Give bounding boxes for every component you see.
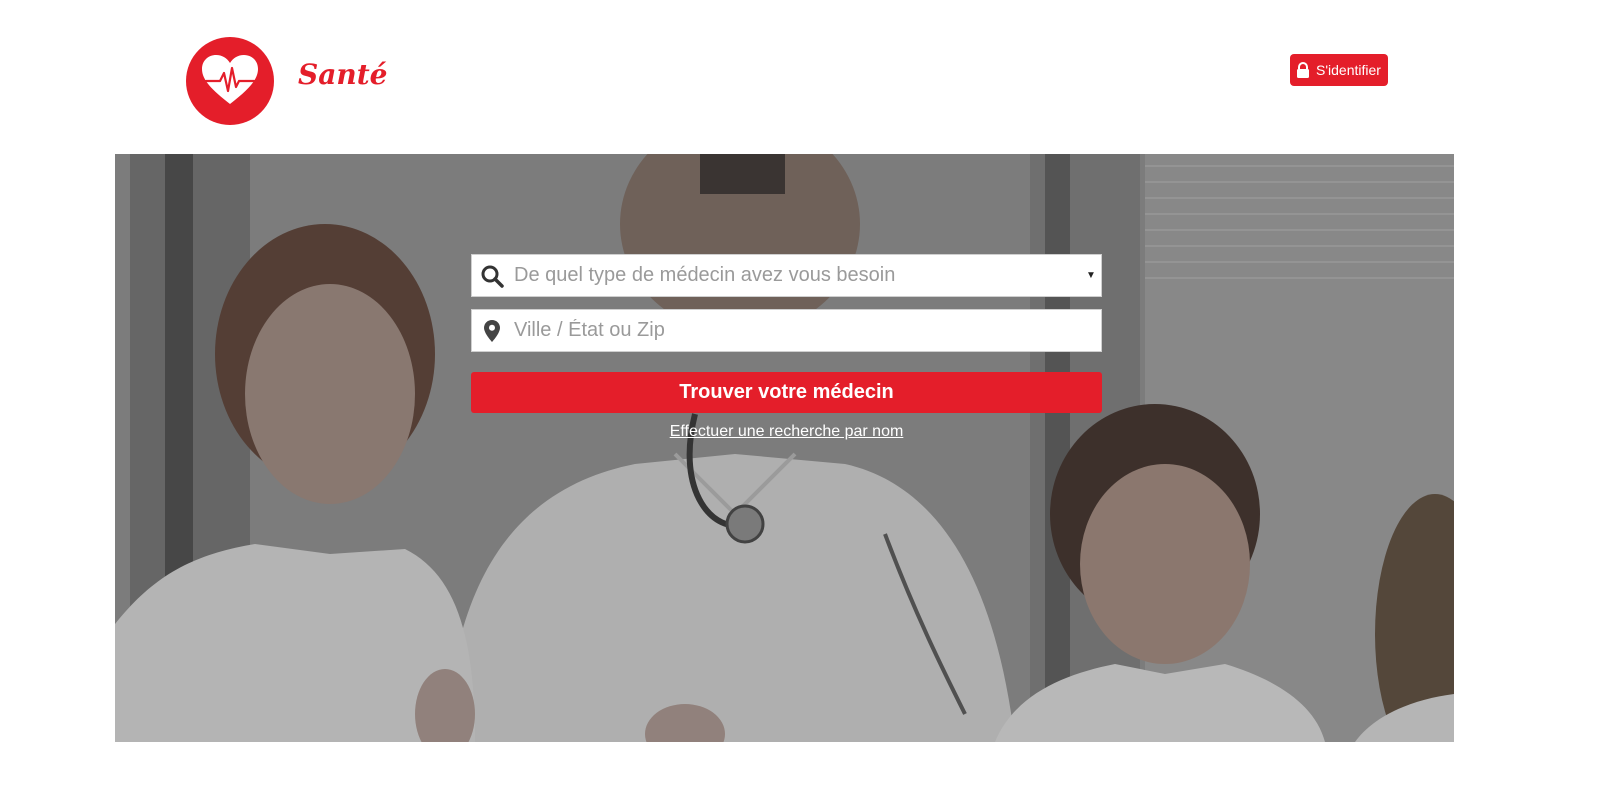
map-pin-icon [472,309,512,352]
caret-down-icon[interactable]: ▼ [1081,270,1101,281]
name-search-link[interactable]: Effectuer une recherche par nom [471,423,1102,441]
specialty-field[interactable]: ▼ [471,254,1102,297]
login-button[interactable]: S'identifier [1290,54,1388,86]
heart-pulse-icon [202,55,258,104]
login-label: S'identifier [1316,62,1381,78]
hero-overlay [115,154,1454,742]
lock-icon [1297,62,1309,78]
logo-heart-pulse-icon[interactable] [186,37,274,125]
specialty-input[interactable] [512,255,1081,296]
location-input[interactable] [512,310,1101,351]
location-field[interactable] [471,309,1102,352]
find-doctor-button[interactable]: Trouver votre médecin [471,372,1102,413]
search-icon [472,254,512,297]
page: Santé S'identifier De quel type de médec… [0,0,1599,810]
hero-banner: ▼ Trouver votre médecin Effectuer une re… [115,154,1454,742]
brand-name[interactable]: Santé [298,58,387,91]
